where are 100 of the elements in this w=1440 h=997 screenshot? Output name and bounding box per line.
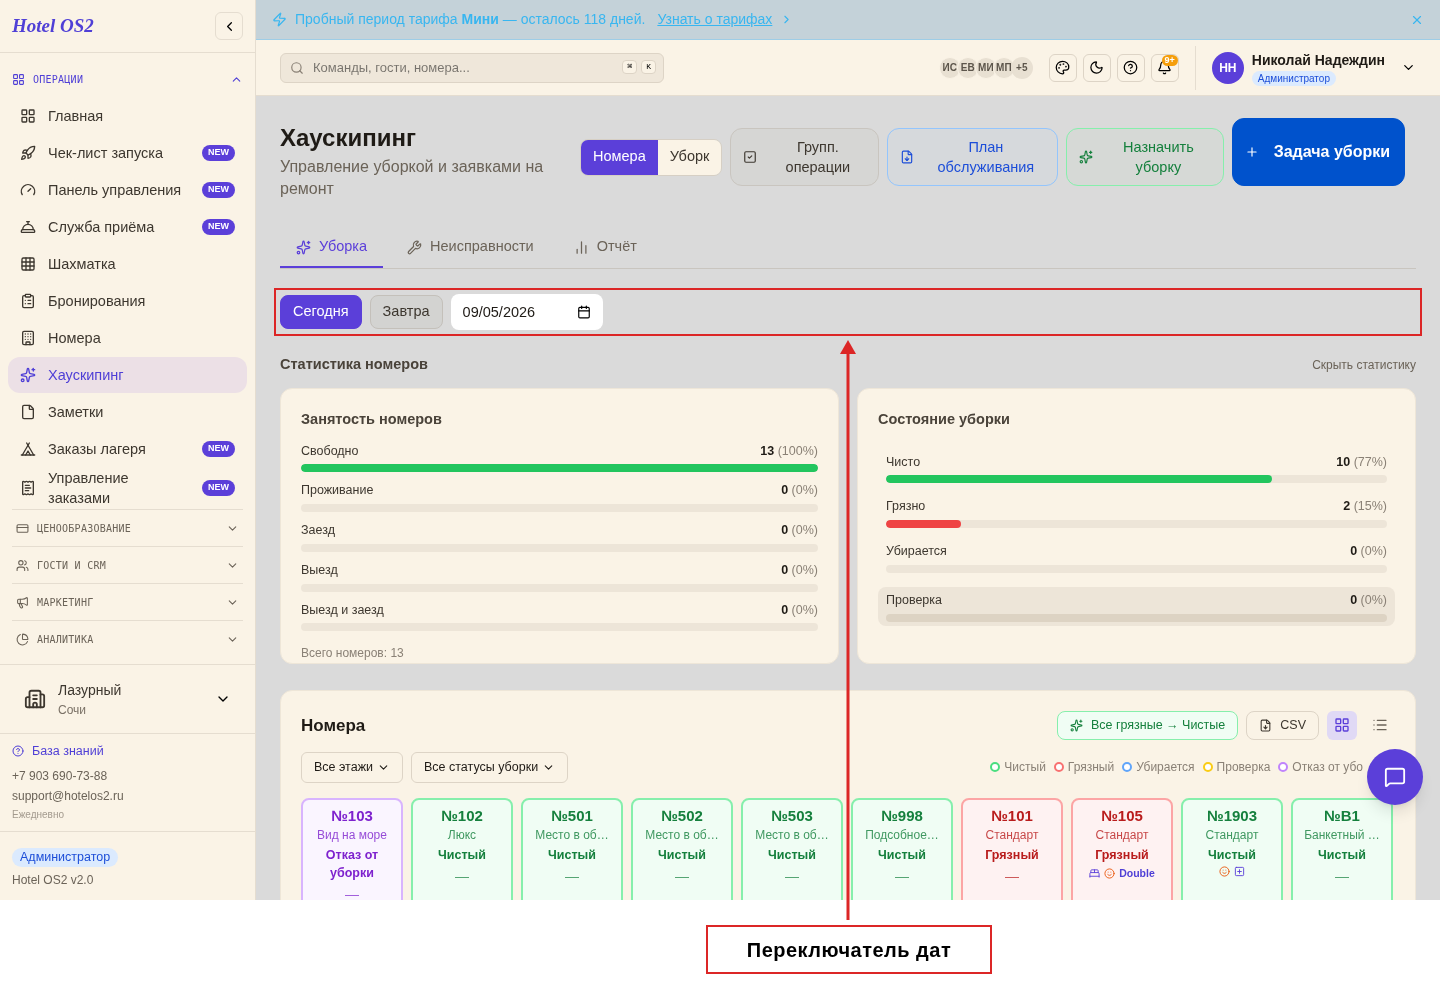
hide-stats-link[interactable]: Скрыть статистику (1312, 355, 1416, 374)
action-button[interactable]: Групп. операции (730, 128, 880, 186)
help-icon (1123, 60, 1139, 75)
room-card[interactable]: №502 Место в об… Чистый — (631, 797, 733, 900)
sidebar-item[interactable]: Заказы лагеря NEW (8, 431, 247, 467)
room-card[interactable]: №105 Стандарт Грязный Double (1071, 797, 1173, 900)
new-badge: NEW (202, 145, 235, 161)
sidebar-item[interactable]: Номера (8, 320, 247, 356)
tab-icon (573, 239, 589, 255)
view-toggle-tab[interactable]: Уборк (657, 139, 722, 175)
building-icon (24, 688, 46, 710)
knowledge-base-link[interactable]: База знаний (12, 742, 243, 761)
no-tasks-dash: — (1005, 866, 1019, 886)
stat-value: 0 (0%) (781, 522, 818, 539)
room-card[interactable]: №1903 Стандарт Чистый (1181, 797, 1283, 900)
filter-dropdown[interactable]: Все статусы уборки (411, 751, 569, 783)
action-button[interactable]: Назначить уборку (1066, 128, 1225, 186)
section-header[interactable]: ГОСТИ И CRM (12, 547, 243, 583)
room-card[interactable]: №102 Люкс Чистый — (411, 797, 513, 900)
sidebar-item[interactable]: Шахматка (8, 246, 247, 282)
role-badge: Администратор (12, 848, 119, 867)
version-text: Hotel OS2 v2.0 (12, 871, 94, 889)
room-card[interactable]: №998 Подсобное… Чистый — (851, 797, 953, 900)
nav-icon (20, 404, 36, 420)
section-icon (16, 632, 29, 646)
property-city: Сочи (58, 701, 88, 719)
section-header[interactable]: ЦЕНООБРАЗОВАНИЕ (12, 510, 243, 546)
sidebar-item[interactable]: Панель управления NEW (8, 172, 247, 208)
help-button[interactable] (1116, 53, 1145, 82)
sidebar-item[interactable]: Чек-лист запуска NEW (8, 135, 247, 171)
filter-dropdown[interactable]: Все этажи (301, 751, 403, 783)
stat-label: Свободно (301, 442, 359, 460)
room-card[interactable]: №501 Место в об… Чистый — (521, 797, 623, 900)
section-icon (16, 558, 29, 572)
cleaning-status: Грязный (984, 846, 1040, 864)
bed-type: Double (1119, 865, 1155, 881)
bulk-clean-button[interactable]: Все грязные → Чистые (1056, 710, 1239, 740)
day-button[interactable]: Сегодня (280, 295, 362, 329)
help-icon (12, 745, 24, 758)
theme-palette-button[interactable] (1048, 53, 1077, 82)
dark-mode-button[interactable] (1082, 53, 1111, 82)
new-badge: NEW (202, 480, 235, 496)
grid-icon (1334, 717, 1350, 734)
section-header[interactable]: АНАЛИТИКА (12, 621, 243, 657)
action-icon (900, 150, 915, 164)
new-badge: NEW (202, 441, 235, 457)
stat-label: Грязно (886, 498, 926, 516)
sidebar-item[interactable]: Главная (8, 98, 247, 134)
room-number: №103 (331, 805, 373, 826)
avatar: ЕВ (956, 56, 979, 79)
chat-icon (1384, 765, 1406, 788)
avatar: МИ (974, 56, 997, 79)
sidebar-item[interactable]: Управление заказами NEW (8, 468, 247, 508)
view-mode-button[interactable] (1327, 710, 1357, 740)
new-badge: NEW (202, 182, 235, 198)
page-subtitle: Управление уборкой и заявками на ремонт (280, 157, 545, 199)
room-type: Люкс (447, 826, 477, 844)
view-toggle-tab[interactable]: Номера (581, 139, 658, 175)
tab[interactable]: Уборка (280, 228, 384, 268)
lightning-icon (272, 12, 287, 27)
date-field[interactable]: 09/05/2026 (450, 294, 603, 330)
stat-value: 13 (100%) (760, 442, 818, 460)
cleaning-status: Чистый (1207, 846, 1257, 864)
collapse-button[interactable] (215, 12, 243, 40)
chat-button[interactable] (1367, 748, 1423, 805)
room-number: №998 (881, 805, 923, 826)
stat-value: 0 (0%) (1350, 543, 1387, 560)
search-icon (290, 60, 304, 75)
section-title: Статистика номеров (280, 355, 428, 374)
action-button[interactable]: План обслуживания (887, 128, 1059, 186)
sidebar-item[interactable]: Служба приёма NEW (8, 209, 247, 245)
file-icon (1259, 718, 1273, 732)
notification-count: 9+ (1161, 54, 1178, 66)
room-card[interactable]: №101 Стандарт Грязный — (961, 797, 1063, 900)
tab-icon (407, 239, 423, 255)
avatar: ИС (938, 56, 961, 79)
tab[interactable]: Неисправности (391, 228, 550, 268)
sidebar-item[interactable]: Заметки (8, 394, 247, 430)
section-icon (16, 521, 29, 535)
nav-icon (20, 293, 36, 309)
section-header[interactable]: МАРКЕТИНГ (12, 584, 243, 620)
csv-button[interactable]: CSV (1246, 710, 1319, 740)
palette-icon (1055, 60, 1071, 75)
room-number: №101 (991, 805, 1033, 826)
room-card[interactable]: №B1 Банкетный … Чистый — (1291, 797, 1393, 900)
action-button[interactable]: Задача уборки (1232, 118, 1406, 186)
sidebar-item[interactable]: Бронирования (8, 283, 247, 319)
section-header[interactable]: ОПЕРАЦИИ (8, 61, 247, 97)
face-icon (1219, 865, 1230, 877)
day-button[interactable]: Завтра (369, 295, 443, 329)
tab[interactable]: Отчёт (557, 228, 653, 268)
cleaning-status: Чистый (437, 846, 487, 864)
cleaning-status: Чистый (1317, 846, 1367, 864)
calendar-icon (576, 305, 591, 319)
stat-value: 0 (0%) (1350, 591, 1387, 609)
room-card[interactable]: №503 Место в об… Чистый — (741, 797, 843, 900)
no-tasks-dash: — (565, 866, 579, 886)
sidebar-item[interactable]: Хаускипинг (8, 357, 247, 393)
support-email: support@hotelos2.ru (12, 787, 125, 805)
room-card[interactable]: №103 Вид на море Отказ от уборки — (301, 797, 403, 900)
